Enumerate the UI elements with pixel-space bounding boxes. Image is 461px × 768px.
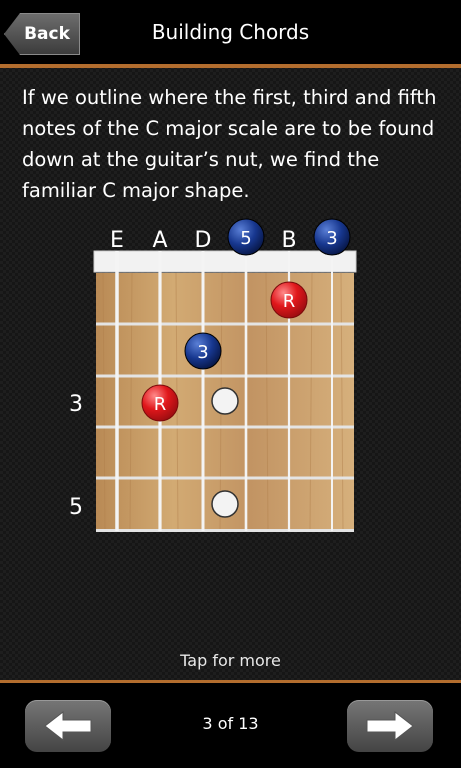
string-name-2: A bbox=[152, 228, 167, 253]
note-marker-a-fret3: R bbox=[141, 384, 179, 422]
left-arrow-icon bbox=[44, 711, 92, 741]
page-indicator: 3 of 13 bbox=[202, 714, 259, 733]
fret-inlay-3 bbox=[211, 387, 239, 415]
string-name-1: E bbox=[110, 228, 124, 253]
note-marker-top-g: 5 bbox=[227, 218, 265, 256]
string-name-3: D bbox=[195, 228, 212, 253]
bottom-bar: 3 of 13 bbox=[0, 683, 461, 768]
guitar-nut bbox=[93, 250, 357, 273]
note-marker-top-e: 3 bbox=[313, 218, 351, 256]
next-page-button[interactable] bbox=[347, 700, 433, 752]
fret-marker-5: 5 bbox=[69, 495, 83, 520]
note-label: 3 bbox=[326, 228, 337, 249]
note-label: 5 bbox=[240, 228, 251, 249]
fret-inlay-5 bbox=[211, 490, 239, 518]
string-name-5: B bbox=[281, 228, 296, 253]
note-label: 3 bbox=[197, 342, 208, 363]
note-marker-d-fret2: 3 bbox=[184, 332, 222, 370]
previous-page-button[interactable] bbox=[25, 700, 111, 752]
note-label: R bbox=[283, 291, 296, 312]
note-label: R bbox=[154, 394, 167, 415]
fretboard-diagram: E A D B 3 5 5 3 R 3 R bbox=[69, 218, 357, 532]
right-arrow-icon bbox=[366, 711, 414, 741]
tap-for-more-button[interactable]: Tap for more bbox=[0, 651, 461, 670]
note-marker-b-fret1: R bbox=[270, 281, 308, 319]
fret-marker-3: 3 bbox=[69, 392, 83, 417]
